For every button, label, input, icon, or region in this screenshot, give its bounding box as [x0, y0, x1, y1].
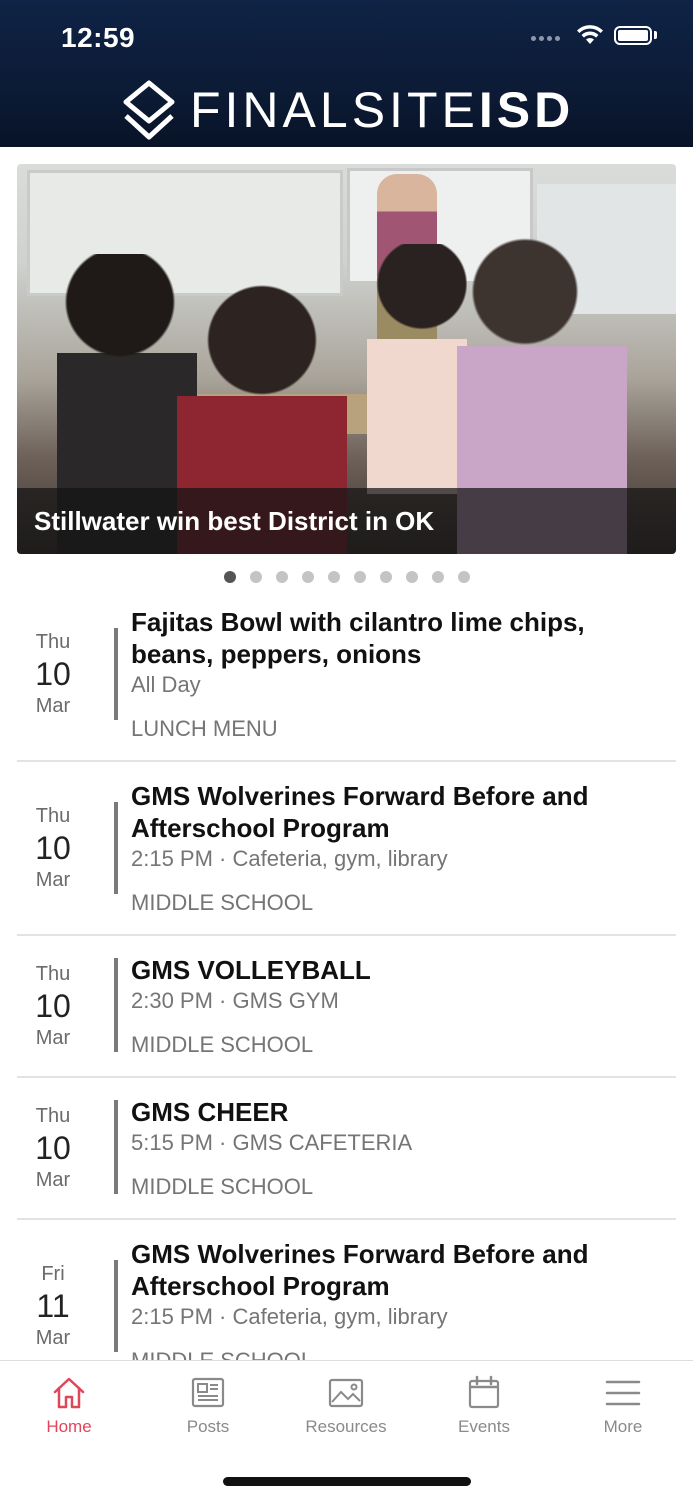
hero-carousel[interactable]: Stillwater win best District in OK	[17, 164, 676, 554]
event-time: All Day	[131, 672, 201, 697]
app-header: 12:59 FINALSITEISD	[0, 0, 693, 147]
tab-posts[interactable]: Posts	[148, 1375, 268, 1437]
carousel-dot[interactable]	[457, 571, 470, 583]
event-date: Thu 10 Mar	[35, 1105, 71, 1191]
wifi-icon	[577, 25, 603, 44]
event-time: 2:15 PM · Cafeteria, gym, library	[131, 846, 448, 871]
carousel-dot[interactable]	[301, 571, 314, 583]
carousel-dot[interactable]	[223, 571, 236, 583]
image-icon	[328, 1378, 364, 1408]
event-time: 2:15 PM · Cafeteria, gym, library	[131, 1304, 448, 1329]
event-divider	[114, 628, 118, 720]
battery-icon	[614, 25, 652, 45]
brand-name: FINALSITEISD	[190, 82, 575, 138]
carousel-dot[interactable]	[327, 571, 340, 583]
tab-resources[interactable]: Resources	[286, 1375, 406, 1437]
event-title[interactable]: GMS CHEER	[131, 1096, 666, 1128]
event-divider	[114, 802, 118, 894]
event-category: MIDDLE SCHOOL	[131, 1174, 314, 1199]
carousel-pagination[interactable]	[0, 571, 693, 583]
carousel-dot[interactable]	[405, 571, 418, 583]
carousel-dot[interactable]	[431, 571, 444, 583]
carousel-dot[interactable]	[249, 571, 262, 583]
tab-more[interactable]: More	[563, 1375, 683, 1437]
logo-mark-icon	[123, 80, 175, 140]
status-time: 12:59	[61, 22, 136, 53]
brand-logo: FINALSITEISD	[122, 80, 574, 140]
calendar-icon	[468, 1375, 500, 1409]
event-title[interactable]: GMS VOLLEYBALL	[131, 954, 666, 986]
home-indicator[interactable]	[223, 1477, 471, 1486]
event-date: Thu 10 Mar	[35, 631, 71, 717]
event-title[interactable]: Fajitas Bowl with cilantro lime chips, b…	[131, 606, 666, 670]
event-category: LUNCH MENU	[131, 716, 278, 741]
event-item[interactable]: Thu 10 Mar GMS Wolverines Forward Before…	[17, 762, 676, 936]
home-icon	[53, 1377, 85, 1409]
carousel-dot[interactable]	[379, 571, 392, 583]
event-time: 5:15 PM · GMS CAFETERIA	[131, 1130, 413, 1155]
event-item[interactable]: Thu 10 Mar GMS VOLLEYBALL 2:30 PM · GMS …	[17, 936, 676, 1078]
carousel-dot[interactable]	[353, 571, 366, 583]
status-icons	[531, 24, 657, 46]
event-category: MIDDLE SCHOOL	[131, 1032, 314, 1057]
menu-icon	[605, 1380, 641, 1406]
tab-events[interactable]: Events	[424, 1375, 544, 1437]
hero-caption[interactable]: Stillwater win best District in OK	[17, 488, 676, 554]
event-divider	[114, 1100, 118, 1194]
event-title[interactable]: GMS Wolverines Forward Before and Afters…	[131, 1238, 666, 1302]
event-date: Fri 11 Mar	[35, 1263, 71, 1349]
carousel-dot[interactable]	[275, 571, 288, 583]
cellular-signal-icon	[531, 35, 560, 41]
event-item[interactable]: Thu 10 Mar GMS CHEER 5:15 PM · GMS CAFET…	[17, 1078, 676, 1220]
event-category: MIDDLE SCHOOL	[131, 890, 314, 915]
event-item[interactable]: Thu 10 Mar Fajitas Bowl with cilantro li…	[17, 600, 676, 762]
event-divider	[114, 1260, 118, 1352]
newspaper-icon	[191, 1377, 225, 1408]
tab-home[interactable]: Home	[9, 1375, 129, 1437]
event-divider	[114, 958, 118, 1052]
event-date: Thu 10 Mar	[35, 805, 71, 891]
event-date: Thu 10 Mar	[35, 963, 71, 1049]
event-time: 2:30 PM · GMS GYM	[131, 988, 339, 1013]
event-title[interactable]: GMS Wolverines Forward Before and Afters…	[131, 780, 666, 844]
